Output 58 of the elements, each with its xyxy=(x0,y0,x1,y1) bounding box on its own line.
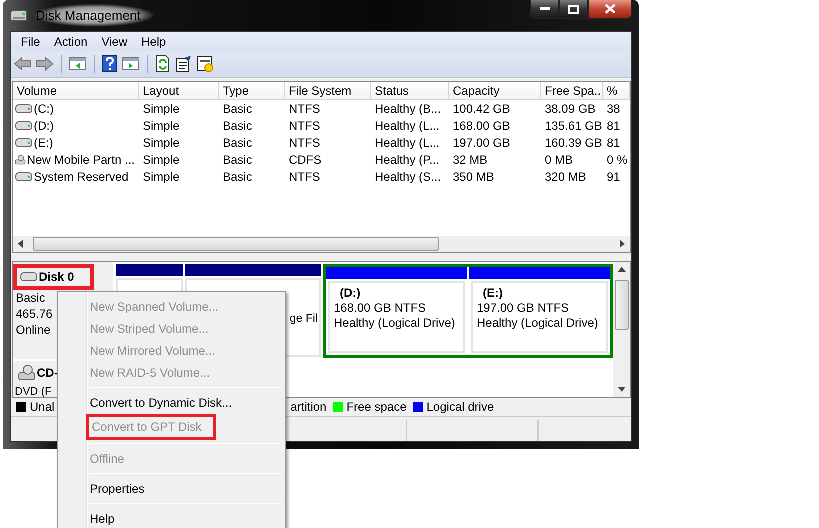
partition-info: Healthy (Logical Drive) xyxy=(334,316,456,331)
table-cell-text: NTFS xyxy=(288,118,322,132)
disk-name: Disk 0 xyxy=(39,270,74,284)
table-cell: (E:) xyxy=(34,136,54,150)
partition-info: Healthy (Logical Drive) xyxy=(477,316,600,331)
table-cell-text: Healthy (B... xyxy=(374,102,442,116)
table-cell-text: 350 MB xyxy=(452,170,496,184)
table-cell-text: Healthy (L... xyxy=(374,136,441,150)
table-cell-text: CDFS xyxy=(288,152,323,166)
table-cell: System Reserved xyxy=(34,170,129,184)
table-cell-text: 38.09 GB xyxy=(544,102,597,116)
table-cell-text: Simple xyxy=(142,170,181,184)
partition-info: (E:) xyxy=(482,286,504,301)
table-cell-text: NTFS xyxy=(288,102,322,116)
partition-info: 168.00 GB NTFS xyxy=(334,301,428,316)
table-cell: (C:) xyxy=(34,102,54,116)
table-cell-text: Simple xyxy=(142,118,181,132)
table-cell-text: 91 xyxy=(606,170,622,184)
table-cell-text: 0 % xyxy=(606,152,629,166)
legend-label: Unal xyxy=(30,400,55,414)
partition-info: (D:) xyxy=(339,286,362,301)
partition-info: 197.00 GB NTFS xyxy=(477,301,570,316)
disk-info: Online xyxy=(16,323,51,338)
table-cell-text: Basic xyxy=(222,152,254,166)
table-cell-text: NTFS xyxy=(288,136,322,150)
table-cell-text: Healthy (P... xyxy=(374,152,440,166)
legend-label: Logical drive xyxy=(426,400,494,414)
table-cell-text: 81 xyxy=(606,136,622,150)
disk-name: CD- xyxy=(37,366,58,380)
table-cell-text: 320 MB xyxy=(544,170,588,184)
legend-label: artition xyxy=(290,400,327,414)
table-cell-text: Basic xyxy=(222,170,254,184)
table-cell-text: 38 xyxy=(606,102,622,116)
table-cell-text: Basic xyxy=(222,136,254,150)
table-cell-text: Simple xyxy=(142,102,181,116)
table-cell-text: NTFS xyxy=(288,170,322,184)
table-cell-text: 168.00 GB xyxy=(452,118,512,132)
table-cell-text: 0 MB xyxy=(544,152,574,166)
legend-label: Free space xyxy=(346,400,407,414)
partition-info: ge Fil xyxy=(288,312,318,327)
table-cell-text: 100.42 GB xyxy=(452,102,512,116)
table-cell-text: Basic xyxy=(222,118,254,132)
window-title: Disk Management xyxy=(34,4,155,27)
table-cell-text: 81 xyxy=(606,118,622,132)
table-cell-text: 160.39 GB xyxy=(544,136,603,150)
table-cell-text: Simple xyxy=(142,152,181,166)
table-cell-text: 32 MB xyxy=(452,152,489,166)
disk-info: Basic xyxy=(16,291,46,306)
table-cell: New Mobile Partn ... xyxy=(26,152,135,166)
table-cell-text: Simple xyxy=(142,136,181,150)
disk-info: DVD (F xyxy=(15,385,52,397)
table-cell: (D:) xyxy=(34,118,54,132)
table-cell-text: Healthy (L... xyxy=(374,118,441,132)
table-cell-text: 135.61 GB xyxy=(544,118,603,132)
table-cell-text: 197.00 GB xyxy=(452,136,512,150)
disk-info: 465.76 xyxy=(16,307,53,322)
table-cell-text: Healthy (S... xyxy=(374,170,442,184)
table-cell-text: Basic xyxy=(222,102,254,116)
